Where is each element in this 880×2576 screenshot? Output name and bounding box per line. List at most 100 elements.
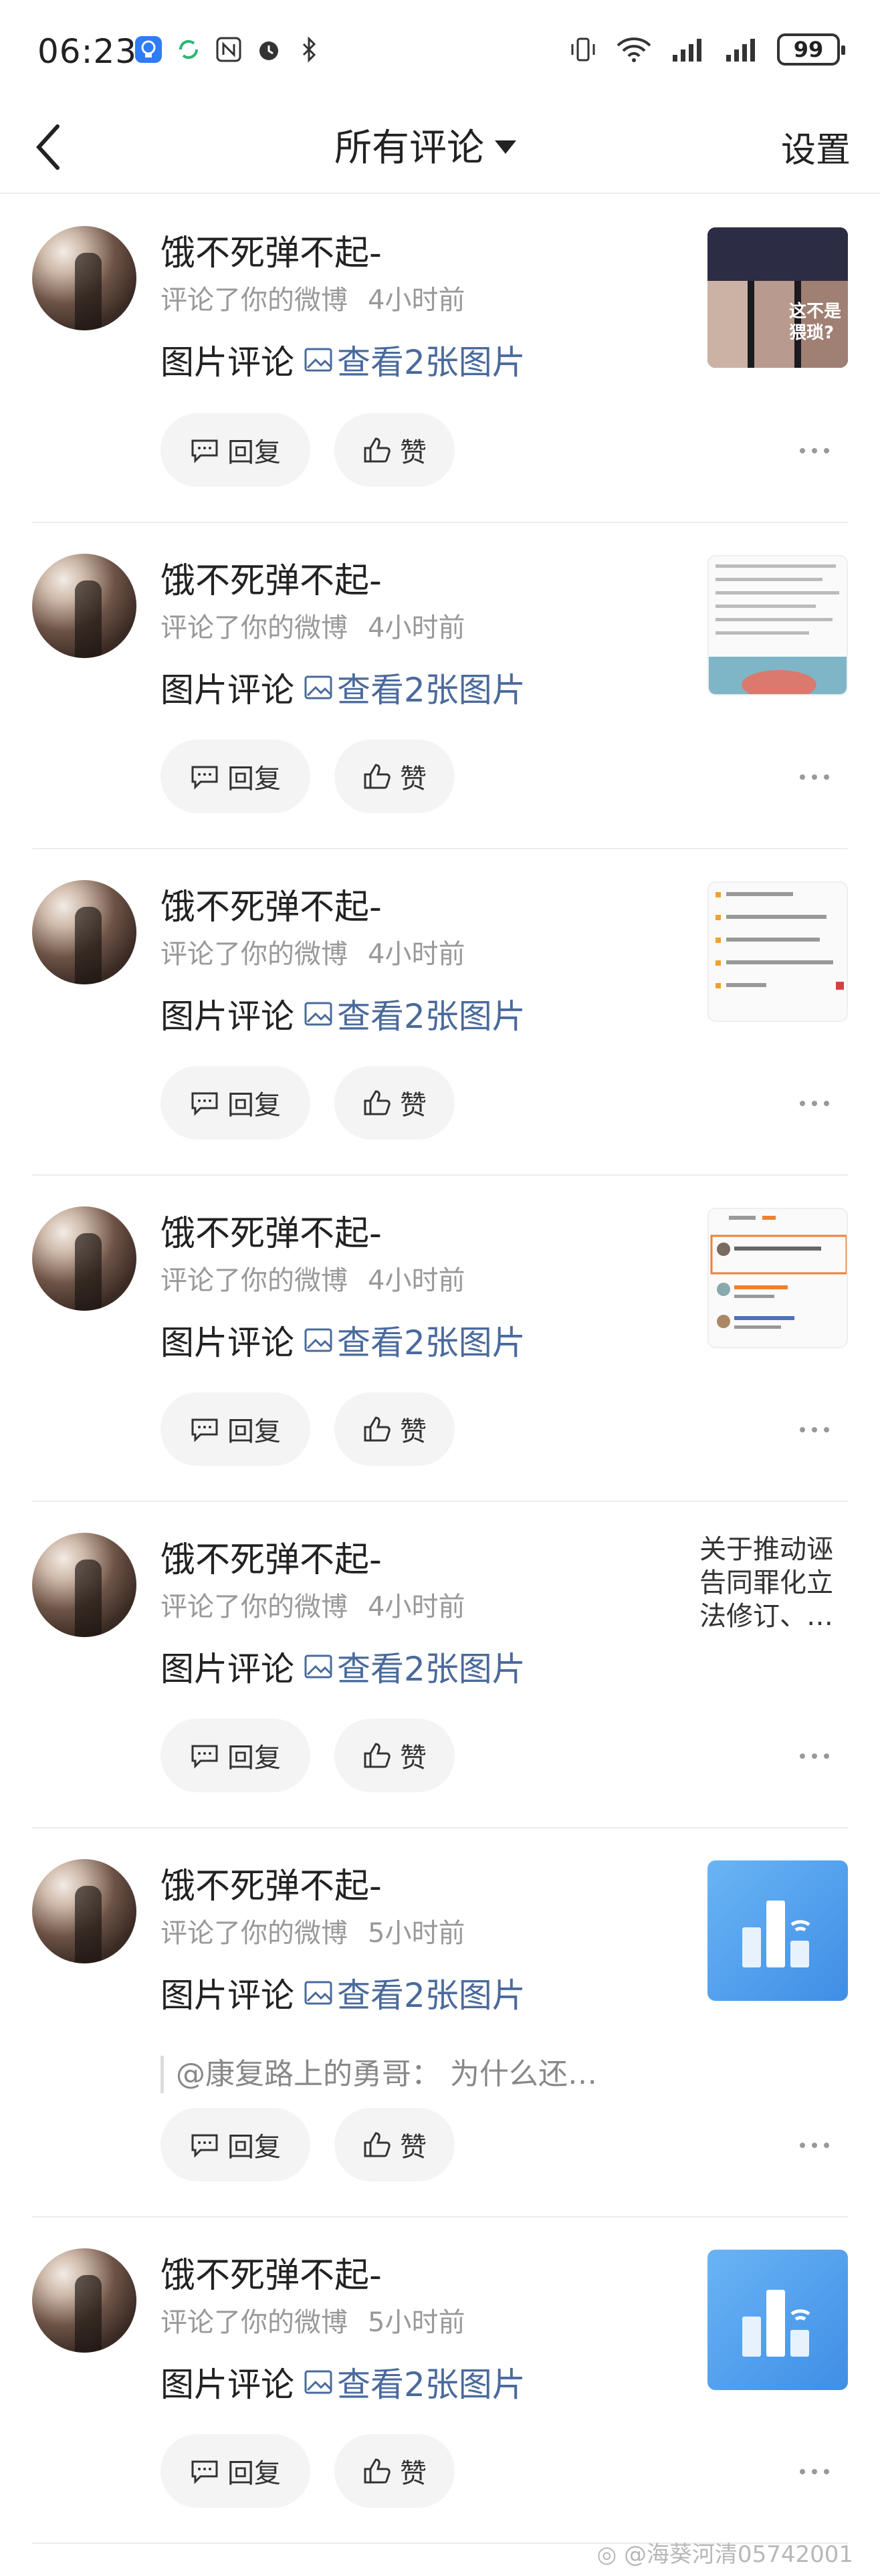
like-button[interactable]: 赞 (334, 1066, 455, 1140)
comment-time: 5小时前 (368, 1918, 465, 1949)
comment-action: 评论了你的微博 (160, 939, 348, 970)
thumbs-up-icon (364, 437, 391, 463)
view-images-link[interactable]: 查看2张图片 (304, 990, 526, 1038)
comment-type: 图片评论 (160, 671, 294, 710)
commenter-name[interactable]: 饿不死弹不起- (160, 552, 382, 603)
comment-item[interactable]: 饿不死弹不起- 评论了你的微博 4小时前 图片评论 查看2张图片 回复 赞 (32, 849, 848, 1176)
image-icon (304, 1981, 332, 2005)
avatar[interactable] (32, 1206, 136, 1311)
comment-item[interactable]: 饿不死弹不起- 评论了你的微博 4小时前 图片评论 查看2张图片 回复 赞 (32, 195, 848, 523)
view-images-link[interactable]: 查看2张图片 (304, 1316, 526, 1364)
chevron-left-icon (35, 124, 60, 170)
reply-icon (191, 1745, 218, 1769)
comment-type: 图片评论 (160, 1323, 294, 1362)
comment-meta: 评论了你的微博 4小时前 (160, 1259, 465, 1297)
comment-action: 评论了你的微博 (160, 2307, 348, 2338)
comment-action: 评论了你的微博 (160, 1918, 348, 1949)
commenter-name[interactable]: 饿不死弹不起- (160, 2247, 382, 2297)
like-button[interactable]: 赞 (334, 740, 455, 813)
avatar[interactable] (32, 880, 136, 984)
image-icon (304, 1328, 332, 1352)
reply-button[interactable]: 回复 (160, 1066, 310, 1140)
more-button[interactable] (794, 2465, 835, 2478)
like-button[interactable]: 赞 (334, 1719, 455, 1792)
post-text-preview[interactable]: 关于推动诬告同罪化立法修订、… (699, 1533, 848, 1633)
more-button[interactable] (794, 444, 835, 457)
more-button[interactable] (794, 1749, 835, 1763)
post-thumbnail[interactable] (707, 2250, 848, 2390)
avatar[interactable] (32, 554, 136, 658)
view-images-label: 查看2张图片 (337, 997, 526, 1036)
reply-label: 回复 (227, 2458, 281, 2489)
comment-time: 5小时前 (368, 2307, 465, 2338)
view-images-link[interactable]: 查看2张图片 (304, 2358, 526, 2406)
avatar[interactable] (32, 1533, 136, 1637)
comment-meta: 评论了你的微博 4小时前 (160, 932, 465, 971)
commenter-name[interactable]: 饿不死弹不起- (160, 1531, 382, 1582)
comment-meta: 评论了你的微博 5小时前 (160, 2300, 465, 2339)
avatar[interactable] (32, 2248, 136, 2353)
post-thumbnail[interactable]: 这不是猥琐? (707, 227, 848, 368)
image-icon (304, 2370, 332, 2394)
back-button[interactable] (25, 120, 72, 174)
quoted-reply[interactable]: @康复路上的勇哥： 为什么还… (160, 2056, 597, 2093)
view-images-link[interactable]: 查看2张图片 (304, 1642, 526, 1691)
comment-item[interactable]: 饿不死弹不起- 评论了你的微博 4小时前 图片评论 查看2张图片 回复 赞 (32, 523, 848, 849)
view-images-link[interactable]: 查看2张图片 (304, 663, 526, 712)
comment-item[interactable]: 饿不死弹不起- 评论了你的微博 5小时前 图片评论 查看2张图片 @康复路上的勇… (32, 1828, 848, 2218)
comment-content: 图片评论 查看2张图片 (160, 1642, 526, 1691)
like-button[interactable]: 赞 (334, 413, 455, 487)
like-button[interactable]: 赞 (334, 2434, 455, 2508)
watermark-text: @海葵河清05742001 (623, 2541, 853, 2568)
commenter-name[interactable]: 饿不死弹不起- (160, 1858, 382, 1908)
more-button[interactable] (794, 1423, 835, 1436)
avatar[interactable] (32, 226, 136, 330)
reply-icon (191, 1092, 218, 1116)
comment-item[interactable]: 饿不死弹不起- 评论了你的微博 5小时前 图片评论 查看2张图片 回复 赞 (32, 2218, 848, 2544)
comment-type: 图片评论 (160, 1976, 294, 2015)
settings-button[interactable]: 设置 (781, 122, 851, 172)
avatar[interactable] (32, 1859, 136, 1963)
post-thumbnail[interactable] (707, 555, 848, 695)
reply-button[interactable]: 回复 (160, 1719, 310, 1792)
comment-filter-dropdown[interactable]: 所有评论 (334, 118, 516, 172)
reply-button[interactable]: 回复 (160, 413, 310, 487)
view-images-link[interactable]: 查看2张图片 (304, 336, 526, 384)
like-button[interactable]: 赞 (334, 1392, 455, 1466)
comment-item[interactable]: 饿不死弹不起- 评论了你的微博 4小时前 图片评论 查看2张图片 回复 赞 (32, 1176, 848, 1502)
nfc-icon (214, 35, 243, 64)
commenter-name[interactable]: 饿不死弹不起- (160, 225, 382, 275)
more-button[interactable] (794, 2139, 835, 2152)
post-thumbnail[interactable] (707, 881, 848, 1022)
reply-label: 回复 (227, 1416, 281, 1447)
comment-actions: 回复 赞 (160, 740, 455, 813)
thumbs-up-icon (364, 764, 391, 789)
like-label: 赞 (400, 1416, 427, 1447)
comment-time: 4小时前 (368, 1592, 465, 1622)
commenter-name[interactable]: 饿不死弹不起- (160, 1205, 382, 1255)
view-images-label: 查看2张图片 (337, 343, 526, 382)
comment-action: 评论了你的微博 (160, 613, 348, 643)
reply-button[interactable]: 回复 (160, 740, 310, 813)
vibrate-icon (568, 35, 598, 64)
sync-icon (174, 35, 203, 64)
like-label: 赞 (400, 437, 427, 468)
like-label: 赞 (400, 1090, 427, 1121)
comment-item[interactable]: 饿不死弹不起- 评论了你的微博 4小时前 图片评论 查看2张图片 回复 赞 关于… (32, 1502, 848, 1828)
more-button[interactable] (794, 1097, 835, 1110)
comment-time: 4小时前 (368, 1265, 465, 1296)
post-thumbnail[interactable] (707, 1208, 848, 1348)
reply-button[interactable]: 回复 (160, 1392, 310, 1466)
like-label: 赞 (400, 764, 427, 794)
reply-label: 回复 (227, 1090, 281, 1121)
comment-type: 图片评论 (160, 1650, 294, 1689)
view-images-link[interactable]: 查看2张图片 (304, 1969, 526, 2017)
like-button[interactable]: 赞 (334, 2108, 455, 2181)
reply-button[interactable]: 回复 (160, 2434, 310, 2508)
comment-meta: 评论了你的微博 4小时前 (160, 606, 465, 645)
reply-button[interactable]: 回复 (160, 2108, 310, 2181)
more-button[interactable] (794, 770, 835, 784)
post-thumbnail[interactable] (707, 1860, 848, 2001)
commenter-name[interactable]: 饿不死弹不起- (160, 879, 382, 929)
comment-type: 图片评论 (160, 997, 294, 1036)
